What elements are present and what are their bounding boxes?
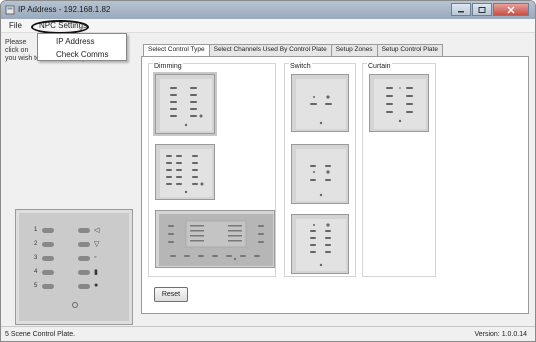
plate-sensor-icon: [72, 302, 78, 308]
plate-button-row: 3 ◦: [34, 254, 120, 264]
plate-button-number: 5: [34, 283, 38, 289]
tab-panel-select-control-type: Dimming Switch Curtain Reset: [141, 56, 529, 314]
tab-select-channels[interactable]: Select Channels Used By Control Plate: [208, 44, 332, 56]
tab-strip: Select Control Type Select Channels Used…: [143, 44, 443, 57]
plate-dimming-lcd[interactable]: [155, 210, 275, 268]
plate-key: [78, 270, 90, 275]
switch-group: Switch: [284, 63, 356, 277]
plate-key: [42, 284, 54, 289]
app-icon: [5, 5, 15, 15]
plate-graphic: [160, 149, 212, 197]
plate-indicator-icon: ▽: [94, 241, 100, 248]
plate-button-number: 4: [34, 269, 38, 275]
plate-key: [42, 242, 54, 247]
plate-button-row: 5 ●: [34, 282, 120, 292]
plate-graphic: [296, 219, 346, 271]
plate-key: [78, 284, 90, 289]
plate-switch-6-button[interactable]: [291, 214, 349, 274]
app-window: IP Address - 192.168.1.82 File NPC Setti…: [0, 0, 536, 342]
window-controls: [450, 3, 529, 16]
plate-key: [78, 228, 90, 233]
plate-key: [42, 256, 54, 261]
menu-file[interactable]: File: [9, 21, 22, 30]
minimize-button[interactable]: [451, 3, 471, 16]
close-button[interactable]: [493, 3, 529, 16]
plate-indicator-icon: ▮: [94, 269, 98, 276]
window-title: IP Address - 192.168.1.82: [18, 5, 111, 14]
plate-key: [78, 242, 90, 247]
plate-button-row: 2 ▽: [34, 240, 120, 250]
status-text: 5 Scene Control Plate.: [5, 331, 76, 338]
switch-title: Switch: [289, 63, 312, 70]
tab-setup-zones[interactable]: Setup Zones: [330, 44, 378, 56]
plate-button-number: 3: [34, 255, 38, 261]
plate-button-number: 1: [34, 227, 38, 233]
plate-graphic: [296, 149, 346, 201]
dimming-group: Dimming: [148, 63, 276, 277]
maximize-icon: [478, 6, 486, 13]
menu-item-check-comms[interactable]: Check Comms: [56, 50, 108, 59]
minimize-icon: [458, 10, 464, 12]
plate-switch-2-button[interactable]: [291, 74, 349, 132]
plate-button-row: 4 ▮: [34, 268, 120, 278]
plate-key: [78, 256, 90, 261]
plate-indicator-icon: ◦: [94, 254, 97, 261]
plate-indicator-icon: ●: [94, 282, 99, 289]
status-bar: 5 Scene Control Plate. Version: 1.0.0.14: [1, 326, 535, 341]
maximize-button[interactable]: [472, 3, 492, 16]
plate-graphic: [374, 79, 426, 129]
plate-curtain[interactable]: [369, 74, 429, 132]
left-panel: Please click on you wish to create a set…: [5, 37, 133, 327]
plate-button-row: 1 ◁: [34, 226, 120, 236]
plate-graphic: [160, 79, 212, 131]
close-icon: [507, 5, 515, 14]
plate-dimming-5-scene[interactable]: [155, 74, 215, 134]
curtain-title: Curtain: [367, 63, 392, 70]
plate-button-number: 2: [34, 241, 38, 247]
dimming-title: Dimming: [153, 63, 183, 70]
menu-item-ip-address[interactable]: IP Address: [56, 37, 95, 46]
plate-dimming-10-scene[interactable]: [155, 144, 215, 200]
plate-indicator-icon: ◁: [94, 227, 100, 234]
plate-graphic: [159, 214, 273, 266]
plate-key: [42, 228, 54, 233]
curtain-group: Curtain: [362, 63, 436, 277]
tab-setup-control-plate[interactable]: Setup Control Plate: [376, 44, 443, 56]
reset-button[interactable]: Reset: [154, 287, 188, 302]
title-bar: IP Address - 192.168.1.82: [1, 1, 535, 19]
plate-key: [42, 270, 54, 275]
plate-switch-3-button[interactable]: [291, 144, 349, 204]
npc-settings-highlight-circle: [31, 20, 89, 34]
npc-settings-dropdown: IP Address Check Comms: [37, 33, 127, 61]
plate-graphic: [296, 79, 346, 129]
version-text: Version: 1.0.0.14: [474, 331, 527, 338]
selected-plate-preview: 1 ◁ 2 ▽ 3 ◦ 4 ▮ 5 ●: [15, 209, 133, 325]
